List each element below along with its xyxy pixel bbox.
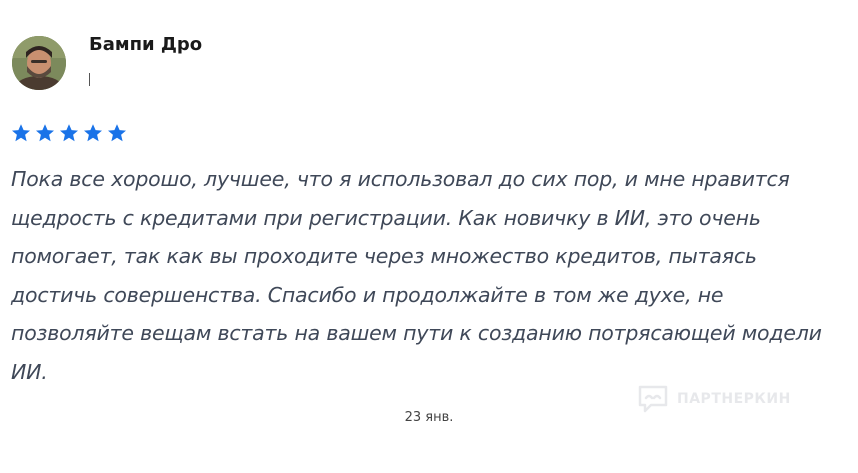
watermark: ПАРТНЕРКИН	[637, 384, 791, 414]
author-meta	[89, 72, 90, 87]
chat-bubble-logo-icon	[638, 385, 668, 413]
review-card: Бампи Дро Пока все хорошо, лучшее, что я…	[0, 0, 858, 473]
meta-separator	[89, 73, 90, 86]
author-avatar[interactable]	[12, 36, 66, 90]
avatar-photo	[12, 36, 66, 90]
star-icon	[36, 124, 54, 142]
star-icon	[84, 124, 102, 142]
watermark-text: ПАРТНЕРКИН	[677, 391, 791, 407]
review-text: Пока все хорошо, лучшее, что я использов…	[11, 167, 822, 384]
author-name[interactable]: Бампи Дро	[89, 34, 202, 55]
star-icon	[12, 124, 30, 142]
star-rating	[11, 123, 127, 143]
star-icon	[108, 124, 126, 142]
star-icon	[60, 124, 78, 142]
